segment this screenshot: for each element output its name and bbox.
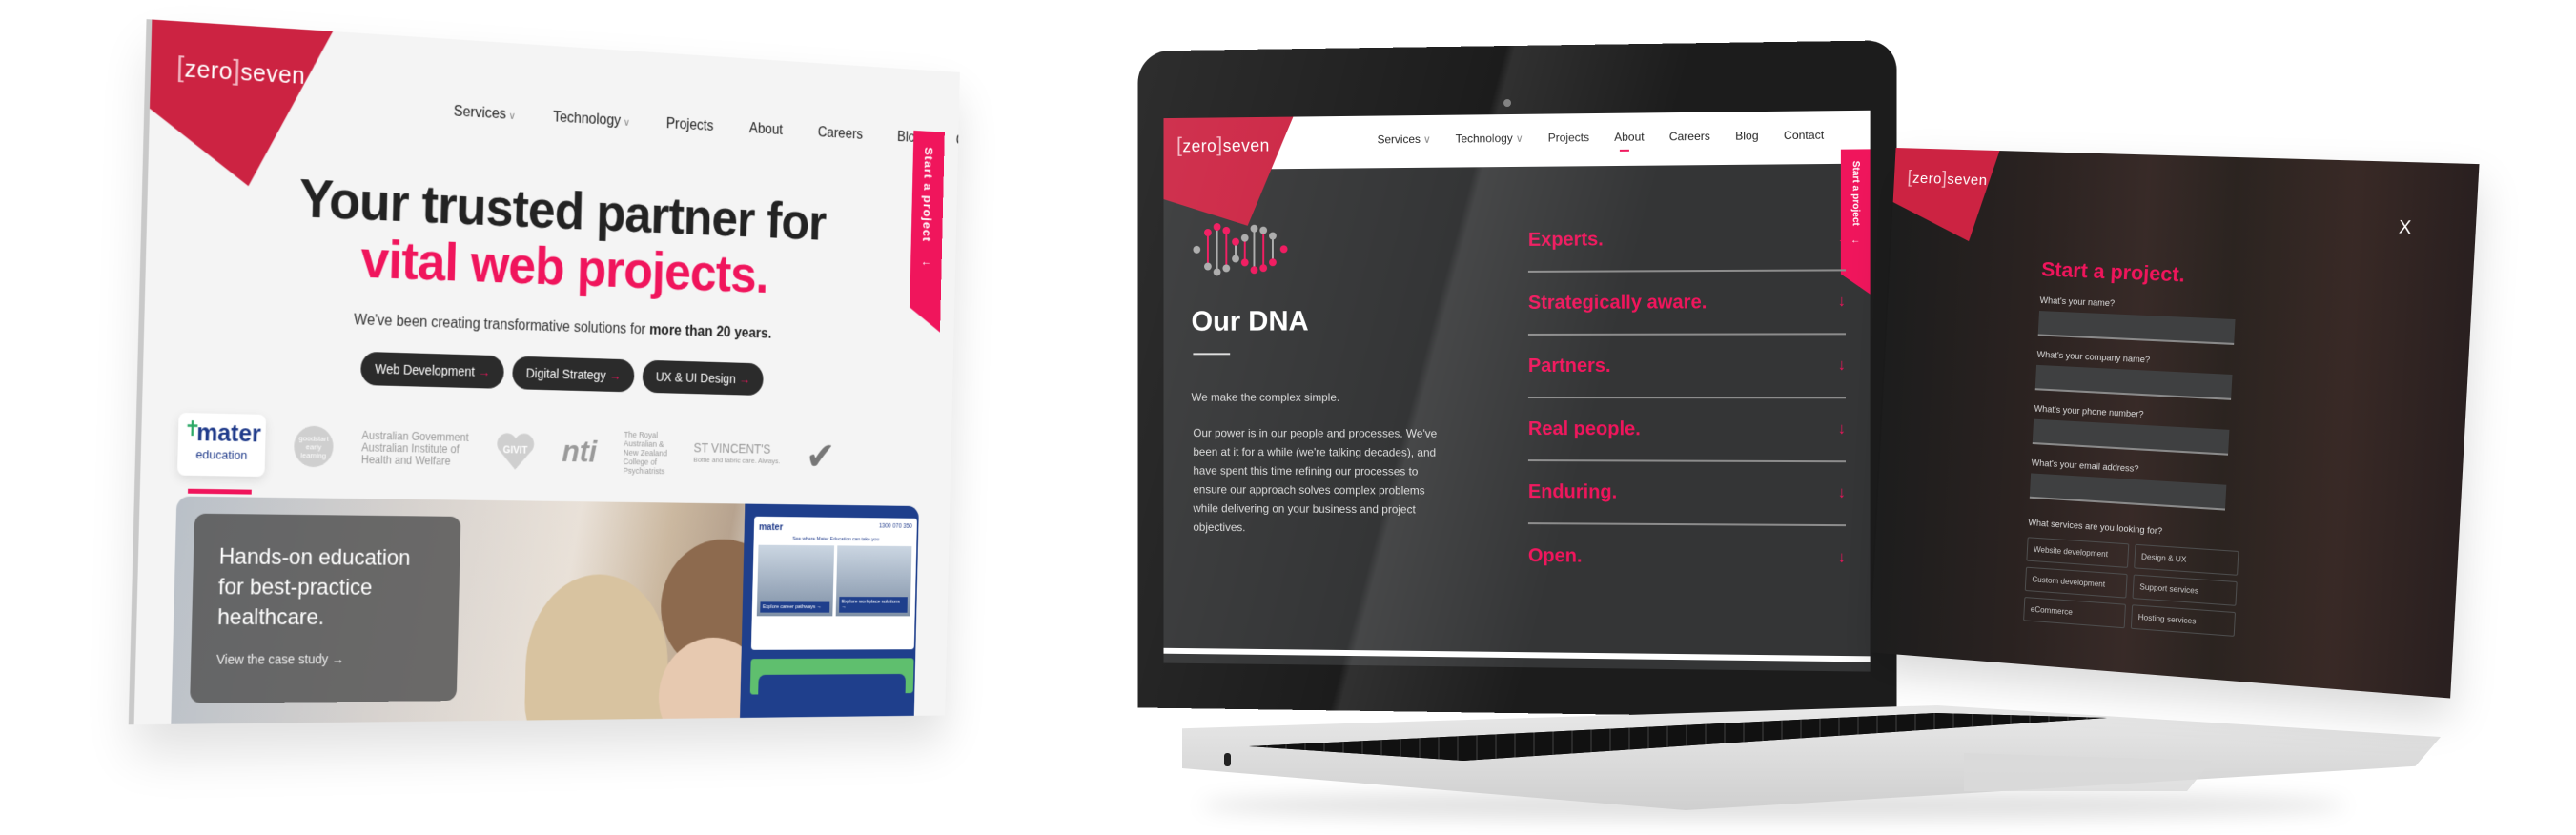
case-study-title: Hands-on education for best-practice hea…: [217, 542, 437, 633]
title-line: healthcare.: [216, 604, 325, 631]
preview-image-meeting: Explore workplace solutions →: [835, 545, 912, 617]
device-mockup-showcase: [zero]seven Services ∨ Technology ∨ Projec…: [0, 0, 2576, 835]
preview-green-band: [749, 658, 914, 702]
title-line: for best-practice: [217, 574, 373, 601]
digital-strategy-button[interactable]: Digital Strategy →: [512, 356, 635, 393]
nav-item-about[interactable]: About: [749, 121, 784, 139]
preview-screen: mater 1300 070 350 See where Mater Educa…: [750, 516, 917, 650]
pill-label: Web Development: [375, 361, 476, 379]
preview-phone: 1300 070 350: [878, 522, 912, 530]
main-nav: Services∨ Technology∨ Projects About Car…: [454, 104, 960, 152]
checkmark-logo-icon[interactable]: ✔: [806, 434, 836, 479]
arrow-right-icon: →: [608, 368, 622, 383]
view-case-study-link[interactable]: View the case study →: [215, 651, 434, 667]
service-pills: Web Development → Digital Strategy → UX & …: [143, 345, 953, 400]
logo-text: Bottle and fabric care. Always.: [693, 455, 781, 466]
client-logo-mater[interactable]: ✝ mater education: [176, 412, 267, 478]
client-logo-ranzcp[interactable]: The Royal Australian & New Zealand Colle…: [623, 430, 667, 476]
homepage-screen: [zero]seven Services ∨ Technology ∨ Projec…: [133, 19, 960, 725]
phone-input[interactable]: [2032, 418, 2230, 456]
ux-ui-design-button[interactable]: UX & UI Design →: [642, 359, 764, 397]
client-logo-givit[interactable]: GIVIT: [496, 431, 536, 470]
chevron-down-icon: ∨: [623, 116, 630, 129]
start-project-modal-screen: [zero]seven X Start a project. What's yo…: [1870, 148, 2480, 699]
preview-logo: mater: [758, 521, 784, 533]
laptop-lid: [zero]seven Services∨ Technology∨ Projec…: [1137, 40, 1897, 719]
client-logo-nti[interactable]: nti: [562, 434, 597, 470]
logo-text: Psychiatrists: [623, 465, 665, 477]
client-logo-aihw[interactable]: Australian Government Australian Institu…: [360, 428, 469, 468]
title-line: Hands-on education: [218, 543, 411, 571]
arrow-right-icon: →: [331, 651, 345, 667]
case-study-banner[interactable]: Hands-on education for best-practice hea…: [170, 496, 919, 725]
preview-button: Explore workplace solutions →: [839, 597, 908, 613]
nav-item-projects[interactable]: Projects: [666, 116, 714, 135]
laptop-base: [1182, 705, 2441, 810]
nav-item-services[interactable]: Services∨: [454, 104, 517, 124]
link-label: View the case study: [215, 651, 329, 667]
preview-header: mater 1300 070 350: [759, 521, 912, 534]
service-option-custom-development[interactable]: Custom development: [2024, 566, 2128, 599]
subtitle-text: We've been creating transformative solut…: [354, 312, 650, 338]
email-input[interactable]: [2029, 473, 2227, 511]
preview-images: Explore career pathways → Explore workpl…: [756, 544, 912, 617]
nav-item-technology[interactable]: Technology∨: [553, 110, 630, 131]
preview-image-nurses: Explore career pathways →: [756, 544, 835, 617]
preview-button: Explore career pathways →: [760, 601, 830, 613]
start-project-form: Start a project. What's your name? What'…: [2023, 258, 2288, 639]
client-logos: ✝ mater education goodstart early learni…: [176, 406, 921, 493]
pill-label: Digital Strategy: [525, 365, 606, 383]
logo-word-zero: zero: [1912, 170, 1943, 188]
mater-site-preview: mater 1300 070 350 See where Mater Educa…: [739, 503, 919, 725]
company-input[interactable]: [2034, 364, 2233, 400]
arrow-right-icon: →: [478, 364, 491, 379]
pill-label: UX & UI Design: [655, 369, 736, 386]
close-icon[interactable]: X: [2399, 217, 2412, 239]
web-development-button[interactable]: Web Development →: [360, 351, 504, 389]
hero: Your trusted partner for vital web proje…: [143, 162, 957, 400]
headphone-port-icon: [1224, 753, 1231, 766]
cross-icon: ✝: [183, 416, 201, 441]
service-option-support-services[interactable]: Support services: [2132, 574, 2238, 606]
zero-seven-logo[interactable]: [zero]seven: [1907, 167, 1988, 190]
active-logo-indicator: [187, 488, 252, 495]
client-logo-st-vincents[interactable]: ST VINCENT'S Bottle and fabric care. Alw…: [693, 440, 781, 467]
mater-subtitle: education: [195, 447, 248, 462]
chevron-down-icon: ∨: [508, 111, 516, 122]
case-study-card: Hands-on education for best-practice hea…: [190, 513, 461, 703]
logo-word-zero: zero: [184, 53, 234, 86]
logo-word-seven: seven: [1946, 171, 1989, 190]
nav-label: Services: [453, 103, 507, 123]
preview-blue-card: [758, 673, 907, 702]
screen-glare: [1137, 40, 1897, 719]
hero-subtitle: We've been creating transformative solut…: [144, 305, 953, 348]
name-input[interactable]: [2037, 311, 2236, 345]
preview-tagline: See where Mater Education can take you: [792, 536, 880, 543]
subtitle-emphasis: more than 20 years.: [648, 322, 772, 342]
logo-word-seven: seven: [239, 57, 306, 90]
nav-item-careers[interactable]: Careers: [818, 125, 863, 143]
client-logo-goodstart[interactable]: goodstart early learning: [293, 425, 335, 468]
service-option-website-development[interactable]: Website development: [2026, 537, 2130, 568]
nav-item-contact[interactable]: Contact: [956, 133, 960, 152]
service-option-design-ux[interactable]: Design & UX: [2134, 543, 2239, 576]
photo-student-blonde: [523, 574, 670, 725]
logo-text: Health and Welfare: [360, 452, 451, 468]
nav-label: Technology: [552, 109, 622, 130]
arrow-right-icon: →: [738, 372, 751, 387]
